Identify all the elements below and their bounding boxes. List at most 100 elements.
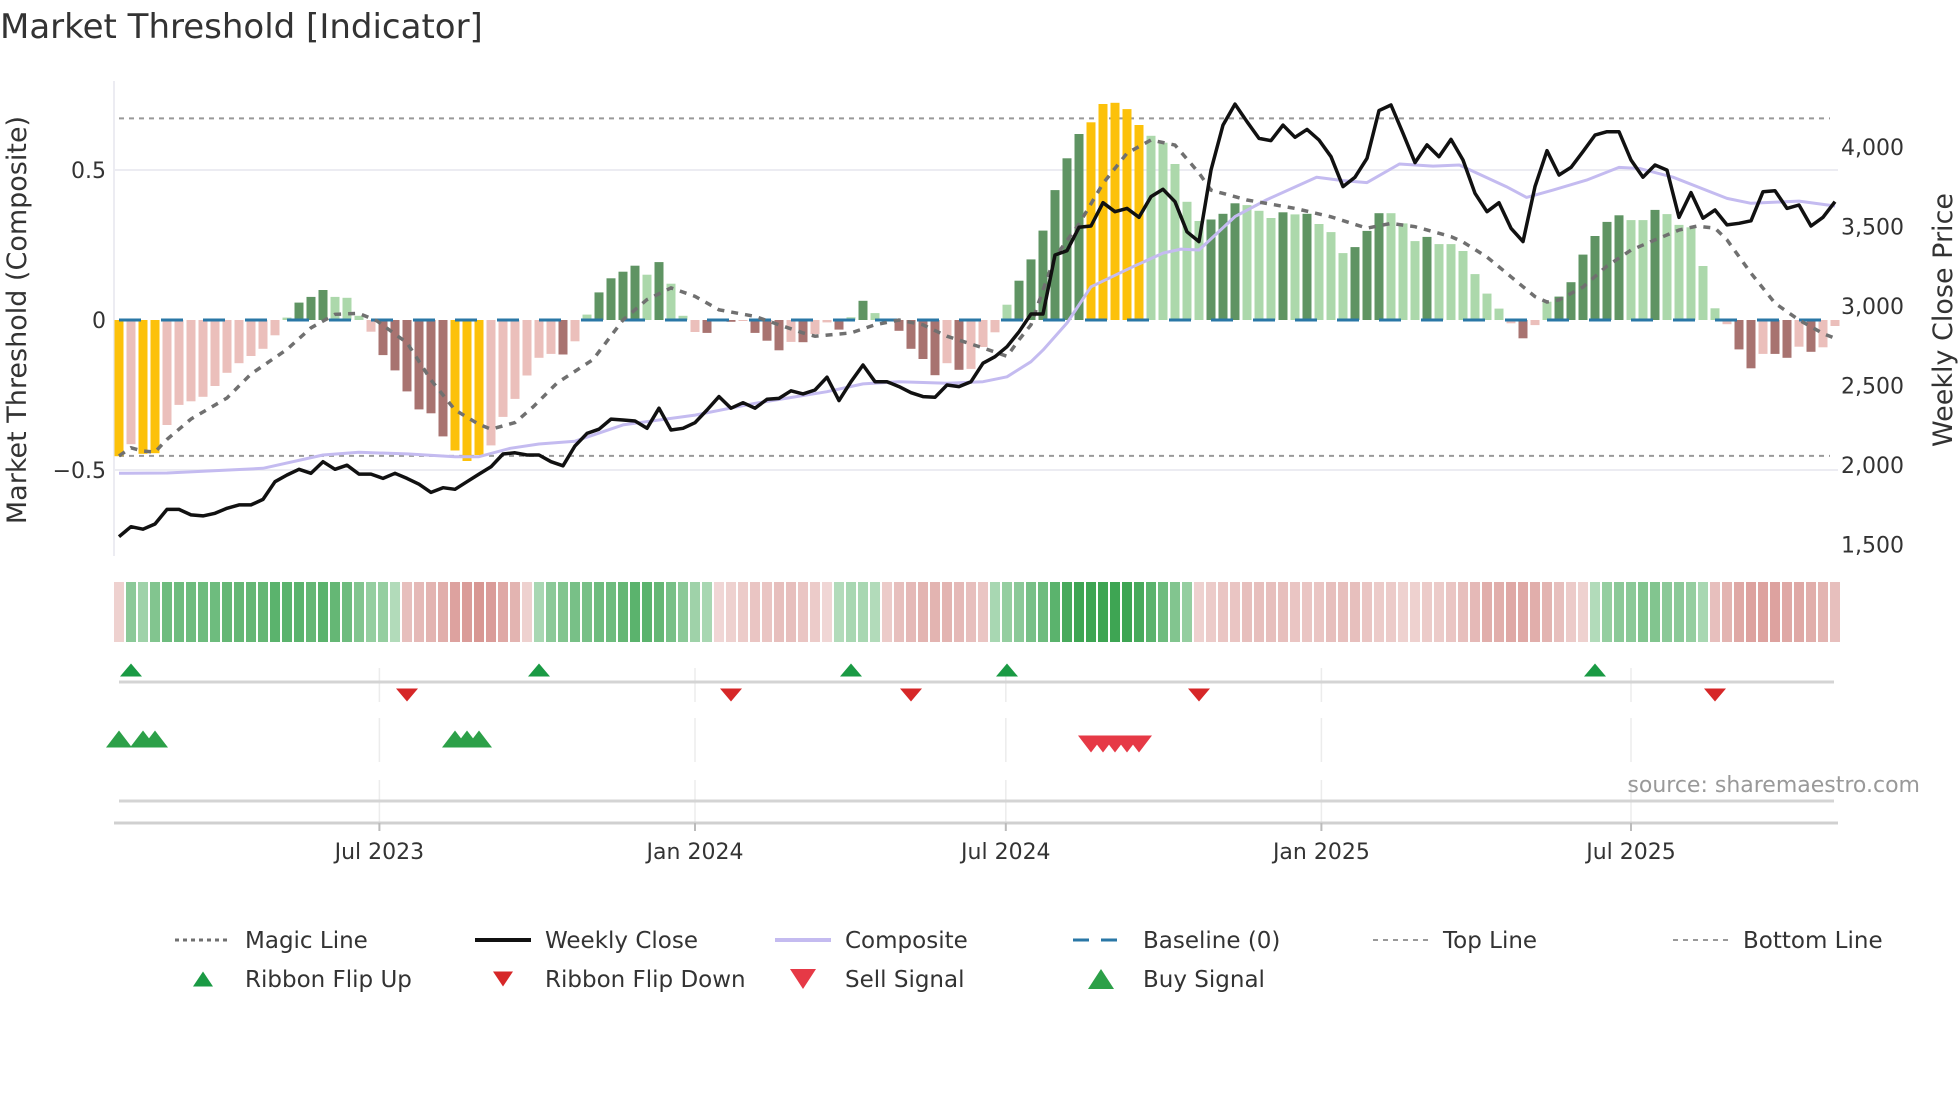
composite-bar (1734, 320, 1744, 350)
composite-bar (1746, 320, 1756, 369)
composite-bar (306, 296, 316, 320)
triangle-up-icon (193, 971, 213, 987)
composite-bar (1458, 251, 1468, 320)
ribbon-cell (306, 582, 316, 642)
ribbon-cell (846, 582, 856, 642)
legend-label: Sell Signal (845, 967, 965, 993)
ribbon-cell (330, 582, 340, 642)
x-tick-label: Jan 2024 (645, 840, 744, 865)
legend-label: Baseline (0) (1143, 928, 1280, 954)
composite-bar (1686, 227, 1696, 320)
ribbon-cell (750, 582, 760, 642)
legend-item-flip_up: Ribbon Flip Up (193, 967, 412, 993)
ribbon-cell (1518, 582, 1528, 642)
ribbon-cell (714, 582, 724, 642)
ribbon-cell (510, 582, 520, 642)
legend-label: Bottom Line (1743, 928, 1883, 954)
source-credit: source: sharemaestro.com (1627, 773, 1920, 798)
ribbon-cell (810, 582, 820, 642)
ribbon-cell (1458, 582, 1468, 642)
composite-bar (186, 320, 196, 402)
ribbon-cell (1578, 582, 1588, 642)
ribbon-cell (834, 582, 844, 642)
composite-bar (1794, 320, 1804, 347)
ribbon-flip-up-marker (840, 663, 862, 677)
composite-bar (1710, 308, 1720, 320)
composite-bar (1470, 274, 1480, 320)
ribbon-cell (1530, 582, 1540, 642)
legend-label: Ribbon Flip Down (545, 967, 746, 993)
composite-bar (1626, 220, 1636, 320)
signal-markers (106, 663, 1838, 825)
legend-item-sell: Sell Signal (790, 967, 965, 993)
ribbon-cell (1554, 582, 1564, 642)
composite-bar (294, 302, 304, 320)
composite-bar (390, 320, 400, 371)
composite-bar (1122, 109, 1132, 320)
composite-bar (1278, 212, 1288, 320)
triangle-down-icon (790, 969, 816, 989)
ribbon-cell (774, 582, 784, 642)
composite-bar (606, 278, 616, 320)
ribbon-cell (582, 582, 592, 642)
composite-bar (738, 320, 748, 321)
ribbon-cell (1074, 582, 1084, 642)
ribbon-cell (1362, 582, 1372, 642)
composite-bar (330, 296, 340, 320)
right-tick-label: 3,500 (1841, 216, 1904, 241)
composite-bar (1530, 320, 1540, 326)
composite-bar (1014, 280, 1024, 320)
composite-bar (1782, 320, 1792, 358)
ribbon-cell (1326, 582, 1336, 642)
ribbon-cell (906, 582, 916, 642)
ribbon-cell (726, 582, 736, 642)
x-tick-label: Jul 2023 (333, 840, 425, 865)
composite-bar (1398, 223, 1408, 320)
ribbon-flip-up-marker (528, 663, 550, 677)
ribbon-cell (1278, 582, 1288, 642)
composite-bar (1374, 213, 1384, 320)
composite-bar (1674, 224, 1684, 320)
ribbon-cell (1134, 582, 1144, 642)
ribbon-cell (1686, 582, 1696, 642)
ribbon-cell (666, 582, 676, 642)
right-axis-label: Weekly Close Price (1928, 193, 1959, 447)
ribbon-cell (1038, 582, 1048, 642)
composite-bar (510, 320, 520, 399)
composite-bar (126, 320, 136, 445)
composite-bar (558, 320, 568, 355)
composite-bar (762, 320, 772, 341)
composite-bar (1326, 232, 1336, 320)
composite-bar (1446, 244, 1456, 320)
composite-bar (1290, 214, 1300, 320)
ribbon-cell (762, 582, 772, 642)
left-axis-label: Market Threshold (Composite) (2, 116, 33, 524)
ribbon-cell (1674, 582, 1684, 642)
magic-line (118, 138, 1836, 458)
ribbon-cell (1422, 582, 1432, 642)
ribbon-cell (1266, 582, 1276, 642)
composite-bar (318, 290, 328, 320)
composite-bar (546, 320, 556, 354)
composite-bar (534, 320, 544, 358)
ribbon-cell (978, 582, 988, 642)
ribbon-cell (858, 582, 868, 642)
right-tick-label: 2,000 (1841, 454, 1904, 479)
ribbon-cell (1818, 582, 1828, 642)
composite-bar (1770, 320, 1780, 354)
x-tick-label: Jan 2025 (1271, 840, 1370, 865)
ribbon-cell (1446, 582, 1456, 642)
composite-bar (1362, 230, 1372, 320)
composite-bar (270, 320, 280, 336)
ribbon-cell (930, 582, 940, 642)
ribbon-cell (894, 582, 904, 642)
ribbon-cell (138, 582, 148, 642)
composite-bar (1002, 304, 1012, 320)
composite-bar (990, 320, 1000, 333)
ribbon-cell (1542, 582, 1552, 642)
composite-bar (150, 320, 160, 454)
composite-bar (978, 320, 988, 347)
ribbon-cell (918, 582, 928, 642)
ribbon-cell (258, 582, 268, 642)
ribbon-flip-up-marker (120, 663, 142, 677)
